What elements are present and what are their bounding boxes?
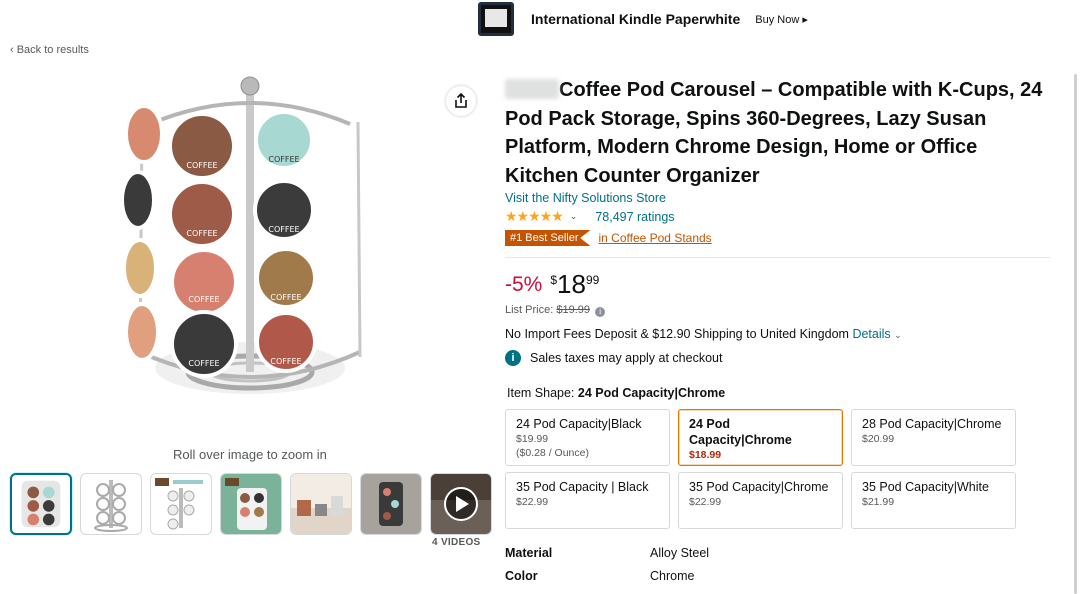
videos-count-label[interactable]: 4 VIDEOS [432, 537, 481, 548]
price-currency: $ [550, 273, 558, 287]
svg-text:COFFEE: COFFEE [188, 359, 219, 368]
thumbnail-6[interactable] [360, 473, 422, 535]
price-fraction: 99 [585, 273, 600, 287]
option-24-black[interactable]: 24 Pod Capacity|Black $19.99 ($0.28 / Ou… [505, 409, 670, 466]
svg-text:COFFEE: COFFEE [268, 225, 299, 234]
option-35-chrome[interactable]: 35 Pod Capacity|Chrome $22.99 [678, 472, 843, 529]
svg-text:COFFEE: COFFEE [268, 155, 299, 164]
thumbnail-1[interactable] [10, 473, 72, 535]
best-seller-row: #1 Best Seller in Coffee Pod Stands [505, 230, 712, 246]
price-whole: 18 [557, 269, 586, 299]
ratings-count-link[interactable]: 78,497 ratings [595, 210, 674, 224]
spec-row-color: Color Chrome [505, 568, 695, 583]
thumbnail-strip [10, 473, 492, 535]
item-shape-label: Item Shape: 24 Pod Capacity|Chrome [507, 386, 726, 400]
option-35-white[interactable]: 35 Pod Capacity|White $21.99 [851, 472, 1016, 529]
back-to-results-link[interactable]: ‹ Back to results [10, 44, 89, 56]
shipping-info: No Import Fees Deposit & $12.90 Shipping… [505, 327, 902, 341]
option-24-chrome[interactable]: 24 Pod Capacity|Chrome $18.99 [678, 409, 843, 466]
svg-text:COFFEE: COFFEE [186, 229, 217, 238]
price-block: -5% $ 18 99 [505, 269, 599, 300]
chevron-down-icon[interactable]: ⌄ [894, 330, 902, 340]
info-circle-icon: i [505, 350, 521, 366]
tax-note: i Sales taxes may apply at checkout [505, 350, 722, 366]
spec-row-material: Material Alloy Steel [505, 545, 710, 560]
thumbnail-2[interactable] [80, 473, 142, 535]
best-seller-category-link[interactable]: in Coffee Pod Stands [598, 231, 711, 245]
page-scrollbar[interactable] [1074, 74, 1077, 594]
main-product-image[interactable]: COFFEE COFFEE COFFEE COFFEE COFFEE COFFE… [110, 72, 390, 412]
info-icon[interactable]: i [595, 307, 606, 317]
rating-row: ★★★★★ ⌄ 78,497 ratings [505, 208, 675, 225]
star-rating-icon[interactable]: ★★★★★ [505, 208, 564, 225]
svg-text:COFFEE: COFFEE [270, 357, 301, 366]
divider [505, 257, 1050, 258]
store-link[interactable]: Visit the Nifty Solutions Store [505, 191, 666, 205]
share-icon [455, 93, 467, 108]
svg-text:COFFEE: COFFEE [188, 295, 219, 304]
share-button[interactable] [446, 86, 476, 116]
thumbnail-4[interactable] [220, 473, 282, 535]
thumbnail-5[interactable] [290, 473, 352, 535]
video-thumbnail[interactable] [430, 473, 492, 535]
option-35-black[interactable]: 35 Pod Capacity | Black $22.99 [505, 472, 670, 529]
banner-buy-now-link[interactable]: Buy Now ▸ [755, 13, 808, 26]
kindle-ad-banner[interactable]: International Kindle Paperwhite Buy Now … [478, 0, 808, 38]
product-title: Coffee Pod Carousel – Compatible with K-… [505, 79, 1043, 187]
shipping-details-link[interactable]: Details [852, 327, 890, 341]
svg-text:COFFEE: COFFEE [186, 161, 217, 170]
zoom-hint: Roll over image to zoom in [173, 447, 327, 462]
option-28-chrome[interactable]: 28 Pod Capacity|Chrome $20.99 [851, 409, 1016, 466]
specs-table: Material Alloy Steel Color Chrome [505, 541, 709, 587]
svg-text:COFFEE: COFFEE [270, 293, 301, 302]
thumbnail-3[interactable] [150, 473, 212, 535]
redacted-brand [505, 79, 559, 99]
coffee-pod-carousel-illustration: COFFEE COFFEE COFFEE COFFEE COFFEE COFFE… [120, 76, 362, 394]
best-seller-badge[interactable]: #1 Best Seller [505, 230, 591, 246]
chevron-down-icon[interactable]: ⌄ [570, 211, 578, 222]
kindle-device-icon [478, 2, 514, 36]
list-price: List Price: $19.99 i [505, 304, 606, 317]
banner-title[interactable]: International Kindle Paperwhite [531, 11, 740, 27]
discount-percent: -5% [505, 273, 543, 296]
